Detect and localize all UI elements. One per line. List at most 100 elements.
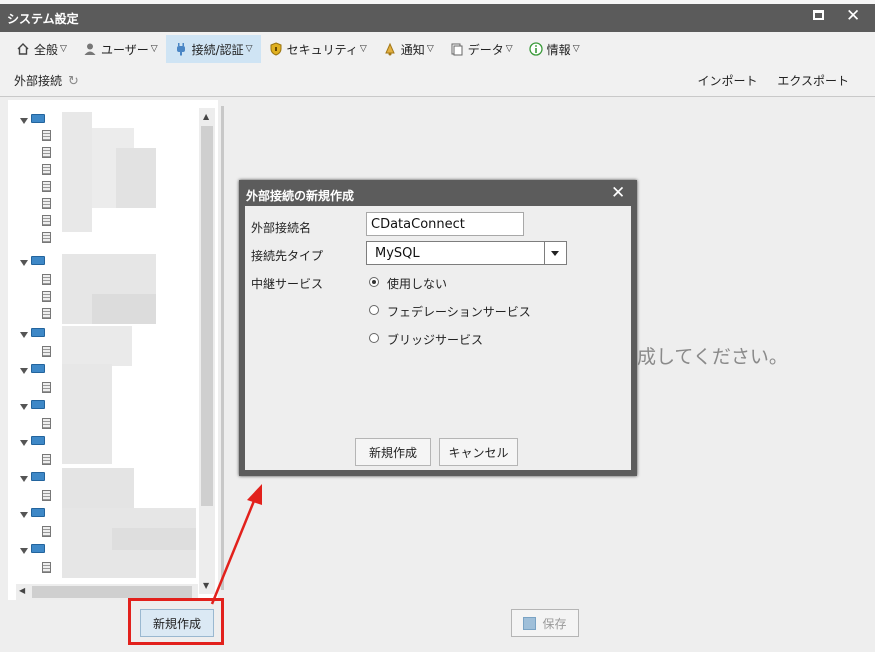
shield-icon	[269, 42, 283, 56]
window-title: システム設定	[7, 12, 79, 26]
bell-icon	[383, 42, 397, 56]
connection-name-label: 外部接続名	[251, 221, 312, 235]
tab-notification[interactable]: 通知 ▽	[375, 35, 442, 63]
folder-icon	[31, 472, 45, 481]
chevron-down-icon[interactable]	[544, 242, 566, 264]
save-button[interactable]: 保存	[511, 609, 579, 637]
export-link[interactable]: エクスポート	[777, 74, 849, 88]
connection-tree-panel: ▲ ▼ ◀	[8, 100, 218, 600]
redacted-label	[62, 112, 92, 232]
tab-connection[interactable]: 接続/認証 ▽	[165, 35, 261, 63]
expand-arrow-icon[interactable]	[20, 404, 28, 410]
folder-icon	[31, 508, 45, 517]
database-icon	[42, 181, 51, 192]
user-icon	[83, 42, 97, 56]
maximize-icon[interactable]	[813, 10, 824, 20]
folder-icon	[31, 114, 45, 123]
database-icon	[42, 454, 51, 465]
close-icon[interactable]: ✕	[846, 7, 860, 25]
refresh-icon[interactable]: ↻	[68, 74, 79, 89]
database-icon	[42, 147, 51, 158]
scroll-down-icon[interactable]: ▼	[203, 581, 209, 590]
dialog-close-icon[interactable]: ✕	[611, 183, 625, 203]
tree-vertical-scrollbar[interactable]: ▲ ▼	[199, 108, 215, 594]
connection-tree[interactable]	[16, 108, 206, 580]
chevron-down-icon: ▽	[359, 44, 367, 54]
database-icon	[42, 198, 51, 209]
relay-service-label: 中継サービス	[251, 277, 324, 291]
connection-type-label: 接続先タイプ	[251, 249, 324, 263]
database-icon	[42, 490, 51, 501]
database-icon	[42, 164, 51, 175]
connection-name-input[interactable]: CDataConnect	[366, 212, 524, 236]
database-icon	[42, 418, 51, 429]
expand-arrow-icon[interactable]	[20, 368, 28, 374]
dialog-title: 外部接続の新規作成	[246, 189, 355, 203]
chevron-down-icon: ▽	[60, 44, 67, 54]
tab-label: 接続/認証	[191, 42, 244, 57]
chevron-down-icon: ▽	[505, 44, 513, 54]
folder-icon	[31, 436, 45, 445]
tab-label: ユーザー	[100, 42, 149, 57]
redacted-label	[112, 528, 196, 550]
scroll-up-icon[interactable]: ▲	[203, 112, 209, 121]
info-icon	[529, 42, 543, 56]
subheader-title: 外部接続	[14, 74, 63, 88]
plug-icon	[174, 42, 188, 56]
database-icon	[42, 215, 51, 226]
expand-arrow-icon[interactable]	[20, 118, 28, 124]
redacted-label	[62, 468, 134, 508]
connection-type-select[interactable]: MySQL	[366, 241, 567, 265]
radio-federation-service[interactable]	[369, 305, 379, 315]
database-icon	[42, 526, 51, 537]
chevron-down-icon: ▽	[150, 44, 158, 54]
tab-data[interactable]: データ ▽	[442, 35, 521, 63]
redacted-label	[92, 294, 156, 324]
radio-bridge-service-label: ブリッジサービス	[387, 333, 484, 347]
tab-general[interactable]: 全般 ▽	[8, 35, 75, 63]
tab-label: セキュリティ	[286, 42, 358, 57]
chevron-down-icon: ▽	[572, 44, 580, 54]
folder-icon	[31, 256, 45, 265]
expand-arrow-icon[interactable]	[20, 476, 28, 482]
chevron-down-icon: ▽	[426, 44, 434, 54]
dialog-create-button[interactable]: 新規作成	[355, 438, 431, 466]
database-icon	[42, 562, 51, 573]
radio-bridge-service[interactable]	[369, 333, 379, 343]
tab-info[interactable]: 情報 ▽	[521, 35, 588, 63]
radio-federation-service-label: フェデレーションサービス	[387, 305, 531, 319]
tab-security[interactable]: セキュリティ ▽	[261, 35, 375, 63]
expand-arrow-icon[interactable]	[20, 548, 28, 554]
new-connection-dialog: 外部接続の新規作成 ✕ 外部接続名 CDataConnect 接続先タイプ My…	[239, 180, 637, 476]
tab-label: 情報	[546, 42, 571, 57]
data-icon	[450, 42, 464, 56]
scroll-left-icon[interactable]: ◀	[19, 586, 25, 595]
expand-arrow-icon[interactable]	[20, 512, 28, 518]
dialog-cancel-button[interactable]: キャンセル	[439, 438, 518, 466]
database-icon	[42, 382, 51, 393]
database-icon	[42, 274, 51, 285]
expand-arrow-icon[interactable]	[20, 332, 28, 338]
folder-icon	[31, 364, 45, 373]
main-hint-text: 成してください。	[637, 346, 788, 368]
scrollbar-thumb[interactable]	[32, 586, 192, 598]
import-link[interactable]: インポート	[698, 74, 758, 88]
tab-users[interactable]: ユーザー ▽	[75, 35, 166, 63]
chevron-down-icon: ▽	[245, 44, 253, 54]
radio-no-relay-label: 使用しない	[387, 277, 448, 291]
expand-arrow-icon[interactable]	[20, 260, 28, 266]
scrollbar-thumb[interactable]	[201, 126, 213, 506]
save-label: 保存	[542, 616, 567, 631]
radio-no-relay[interactable]	[369, 277, 379, 287]
folder-icon	[31, 544, 45, 553]
database-icon	[42, 346, 51, 357]
database-icon	[42, 130, 51, 141]
panel-splitter[interactable]	[221, 106, 224, 590]
toolbar: 全般▽ ユーザー▽ 接続/認証▽ セキュリティ▽ 通知▽ データ▽	[0, 32, 875, 97]
home-icon	[16, 42, 30, 56]
expand-arrow-icon[interactable]	[20, 440, 28, 446]
tab-bar: 全般▽ ユーザー▽ 接続/認証▽ セキュリティ▽ 通知▽ データ▽	[8, 35, 588, 63]
tab-label: 通知	[400, 42, 425, 57]
subheader: 外部接続 ↻	[14, 72, 79, 89]
dialog-body: 外部接続名 CDataConnect 接続先タイプ MySQL 中継サービス 使…	[245, 206, 631, 470]
